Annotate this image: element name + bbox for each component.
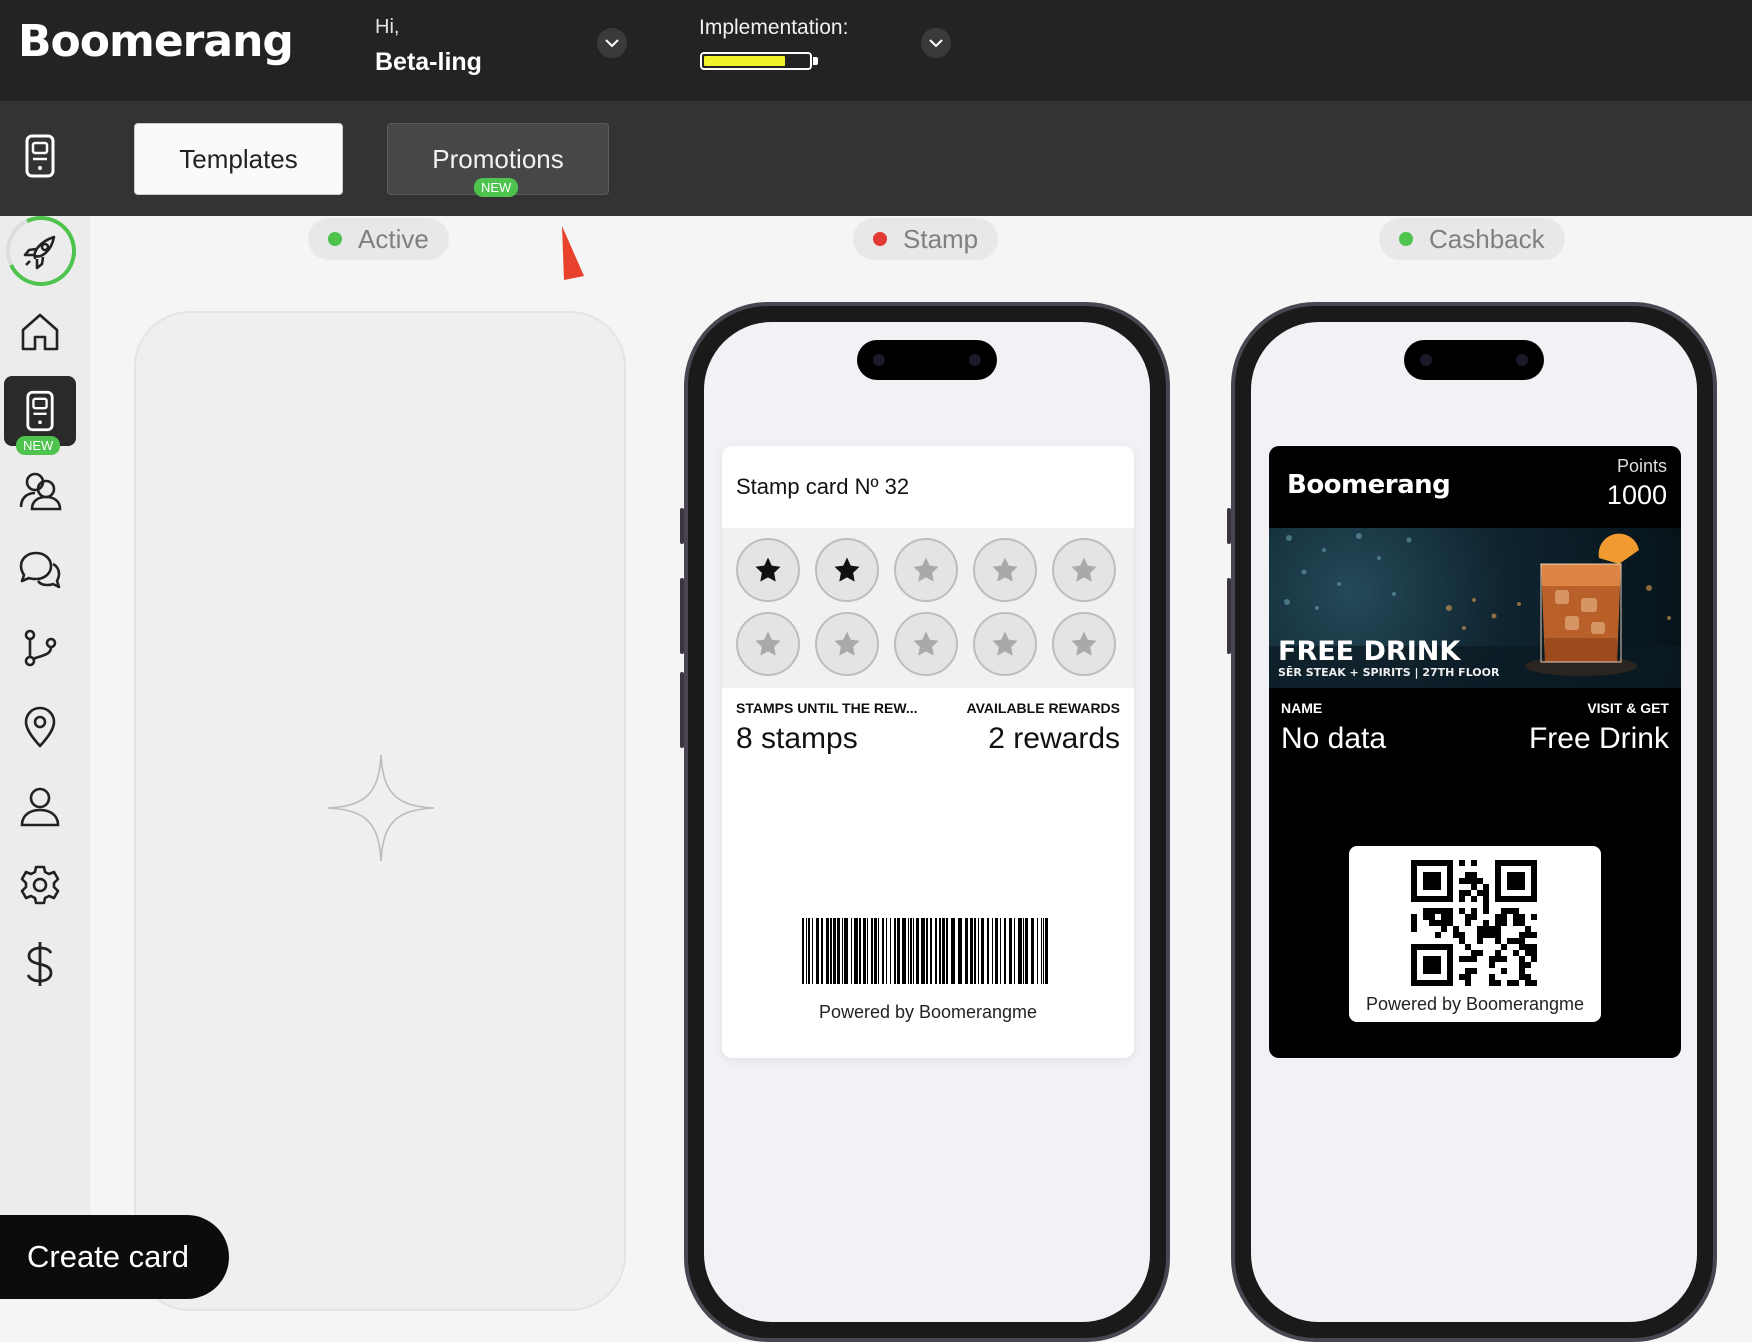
branch-icon[interactable]: [14, 622, 66, 674]
sparkle-plus-icon: [327, 754, 435, 862]
sidebar-card-phone-icon[interactable]: [14, 385, 66, 437]
settings-gear-icon[interactable]: [14, 859, 66, 911]
stamp-card[interactable]: Stamp card Nº 32 STAMPS UNTIL THE REW...…: [722, 446, 1134, 1058]
create-card-button[interactable]: Create card: [0, 1215, 229, 1299]
promotions-new-badge: NEW: [474, 178, 519, 197]
card-brand-logo: Boomerang: [1287, 470, 1451, 500]
rocket-icon[interactable]: [14, 225, 66, 277]
user-menu-chevron-down-icon[interactable]: [597, 28, 627, 58]
star-icon: [1071, 557, 1097, 582]
name-label: NAME: [1281, 700, 1323, 716]
implementation-chevron-down-icon[interactable]: [921, 28, 951, 58]
qr-code-box: Powered by Boomerangme: [1349, 846, 1601, 1022]
stamp-slot: [736, 612, 800, 676]
star-icon: [913, 631, 939, 656]
users-icon[interactable]: [14, 464, 66, 516]
chat-icon[interactable]: [14, 544, 66, 596]
location-pin-icon[interactable]: [14, 701, 66, 753]
stamp-slot: [1052, 612, 1116, 676]
promo-title: FREE DRINK: [1278, 636, 1461, 667]
top-bar: Boomerang Hi, Beta-ling Implementation:: [0, 0, 1752, 101]
stamp-slot: [973, 612, 1037, 676]
implementation-progress-battery: [700, 52, 818, 70]
stamp-card-title: Stamp card Nº 32: [736, 474, 910, 499]
status-label: Stamp: [903, 223, 979, 254]
star-icon: [1071, 631, 1097, 656]
available-rewards-label: AVAILABLE REWARDS: [966, 700, 1120, 716]
qr-code-image: [1411, 860, 1537, 986]
dollar-icon[interactable]: [14, 938, 66, 990]
stamp-slot: [815, 538, 879, 602]
star-icon: [992, 631, 1018, 656]
implementation-progress-fill: [704, 56, 786, 66]
brand-logo[interactable]: Boomerang: [18, 16, 294, 67]
stamp-slot: [815, 612, 879, 676]
phone-preview-stamp: Stamp card Nº 32 STAMPS UNTIL THE REW...…: [684, 302, 1170, 1342]
stamp-slot: [894, 538, 958, 602]
name-value: No data: [1281, 722, 1387, 755]
stamp-slot: [973, 538, 1037, 602]
add-card-placeholder[interactable]: [134, 311, 626, 1311]
stamps-until-value: 8 stamps: [736, 722, 858, 755]
cashback-card[interactable]: Boomerang Points 1000 FREE DRINK SĒR STE…: [1269, 446, 1681, 1058]
phone-preview-cashback: Boomerang Points 1000 FREE DRINK SĒR STE…: [1231, 302, 1717, 1342]
powered-by-text: Powered by Boomerangme: [1365, 994, 1585, 1014]
status-pill-cashback: Cashback: [1379, 218, 1565, 260]
card-phone-icon[interactable]: [24, 134, 56, 182]
pointer-arrow-icon: [562, 226, 584, 280]
points-value: 1000: [1606, 480, 1667, 510]
stamp-slot: [736, 538, 800, 602]
status-label: Cashback: [1429, 223, 1545, 254]
user-icon[interactable]: [14, 780, 66, 832]
status-pill-stamp: Stamp: [853, 218, 999, 260]
status-dot: [328, 232, 342, 246]
available-rewards-value: 2 rewards: [988, 722, 1120, 755]
sidebar-new-badge: NEW: [16, 436, 61, 455]
star-icon: [755, 557, 781, 582]
implementation-label: Implementation:: [699, 16, 849, 39]
stamp-slot: [1052, 538, 1116, 602]
stamp-slot: [894, 612, 958, 676]
star-icon: [834, 631, 860, 656]
templates-tab-button[interactable]: Templates: [134, 123, 343, 195]
promo-subtitle: SĒR STEAK + SPIRITS | 27TH FLOOR: [1278, 666, 1500, 679]
star-icon: [913, 557, 939, 582]
user-name: Beta-ling: [375, 48, 482, 76]
dynamic-island: [1404, 340, 1544, 380]
status-label: Active: [358, 223, 429, 254]
visit-get-value: Free Drink: [1528, 722, 1669, 755]
greeting-text: Hi,: [375, 16, 400, 38]
promotions-label: Promotions: [432, 143, 564, 174]
promo-banner-image: FREE DRINK SĒR STEAK + SPIRITS | 27TH FL…: [1269, 528, 1681, 688]
status-pill-active: Active: [308, 218, 449, 260]
home-icon[interactable]: [14, 306, 66, 358]
stamp-grid: [722, 528, 1134, 688]
powered-by-text: Powered by Boomerangme: [818, 1002, 1038, 1022]
status-dot: [873, 232, 887, 246]
star-icon: [755, 631, 781, 656]
dynamic-island: [857, 340, 997, 380]
star-icon: [992, 557, 1018, 582]
star-icon: [834, 557, 860, 582]
stamps-until-label: STAMPS UNTIL THE REW...: [736, 700, 918, 716]
points-label: Points: [1616, 456, 1667, 476]
barcode-image: [802, 918, 1048, 984]
visit-get-label: VISIT & GET: [1587, 700, 1669, 716]
status-dot: [1399, 232, 1413, 246]
